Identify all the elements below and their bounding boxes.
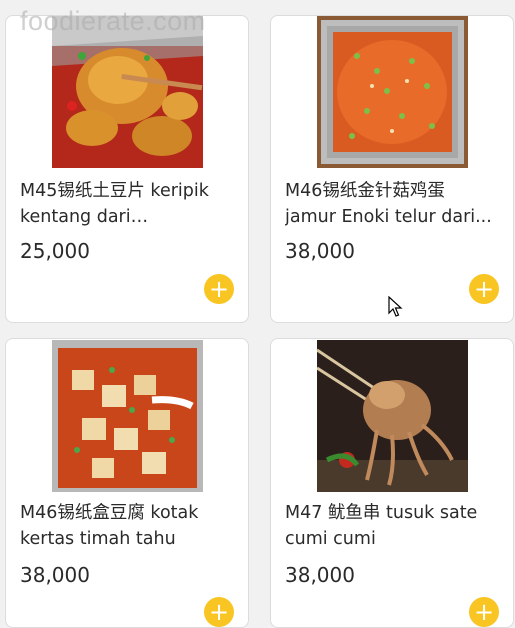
add-to-cart-button[interactable]: + (204, 597, 234, 627)
plus-icon: + (473, 274, 495, 303)
product-image[interactable] (317, 16, 468, 168)
add-to-cart-button[interactable]: + (469, 274, 499, 304)
product-title: M46锡纸金针菇鸡蛋 jamur Enoki telur dari... (285, 181, 492, 227)
squid-skewer-image (317, 340, 468, 492)
tofu-image (52, 340, 203, 492)
add-to-cart-button[interactable]: + (469, 597, 499, 627)
product-price: 38,000 (285, 563, 355, 587)
product-grid: M45锡纸土豆片 keripik kentang dari alumuniu..… (0, 0, 515, 628)
product-price: 38,000 (20, 563, 90, 587)
mouse-cursor-icon (388, 296, 403, 317)
product-price: 25,000 (20, 239, 90, 263)
product-price: 38,000 (285, 239, 355, 263)
product-image[interactable] (52, 16, 203, 168)
potato-image (52, 16, 203, 168)
product-title: M45锡纸土豆片 keripik kentang dari alumuniu..… (20, 181, 209, 227)
enoki-egg-image (317, 16, 468, 168)
product-card[interactable]: M45锡纸土豆片 keripik kentang dari alumuniu..… (5, 15, 249, 323)
plus-icon: + (473, 597, 495, 626)
plus-icon: + (208, 274, 230, 303)
product-image[interactable] (317, 340, 468, 492)
product-title: M46锡纸盒豆腐 kotak kertas timah tahu (20, 503, 199, 549)
product-card[interactable]: M46锡纸盒豆腐 kotak kertas timah tahu 38,000 … (5, 338, 249, 628)
plus-icon: + (208, 597, 230, 626)
product-title: M47 鱿鱼串 tusuk sate cumi cumi (285, 503, 478, 549)
add-to-cart-button[interactable]: + (204, 274, 234, 304)
product-card[interactable]: M47 鱿鱼串 tusuk sate cumi cumi 38,000 + (270, 338, 514, 628)
product-image[interactable] (52, 340, 203, 492)
product-card[interactable]: M46锡纸金针菇鸡蛋 jamur Enoki telur dari... 38,… (270, 15, 514, 323)
